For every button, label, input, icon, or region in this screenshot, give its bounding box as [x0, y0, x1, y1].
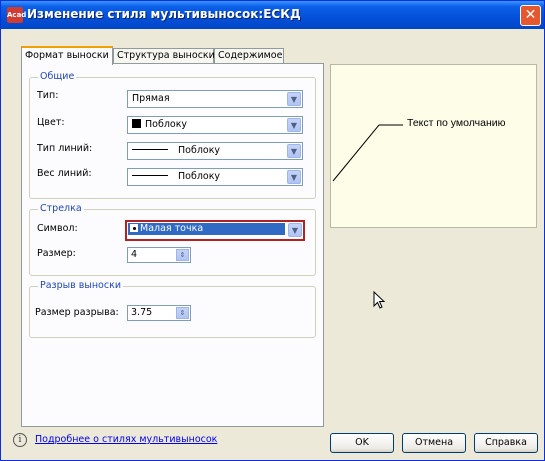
chevron-down-icon[interactable]: ▼	[287, 118, 301, 132]
arrow-symbol-dropdown[interactable]: Малая точка ▼	[125, 220, 305, 241]
arrow-size-label: Размер:	[37, 248, 76, 259]
break-size-value: 3.75	[131, 307, 153, 318]
chevron-down-icon[interactable]: ▼	[287, 170, 301, 184]
arrow-group-title: Стрелка	[38, 203, 84, 214]
color-label: Цвет:	[37, 117, 65, 128]
arrow-group: Стрелка Символ: Малая точка ▼ Размер: 4 …	[29, 203, 316, 276]
chevron-down-icon[interactable]: ▼	[287, 92, 301, 106]
line-sample-icon	[132, 149, 168, 150]
line-sample-icon	[132, 175, 168, 176]
dialog-window: Acad Изменение стиля мультивыносок:ЕСКД …	[0, 0, 545, 461]
type-value: Прямая	[132, 93, 170, 104]
chevron-down-icon[interactable]: ▼	[288, 223, 302, 237]
symbol-label: Символ:	[37, 223, 78, 234]
break-group: Разрыв выноски Размер разрыва: 3.75 ⇕	[29, 280, 316, 338]
small-dot-icon	[130, 224, 138, 232]
linetype-value: Поблоку	[178, 145, 221, 156]
general-group-title: Общие	[38, 71, 77, 82]
ok-button[interactable]: OK	[330, 433, 394, 453]
mouse-pointer-icon	[373, 291, 386, 309]
tab-content[interactable]: Содержимое	[214, 48, 284, 64]
lineweight-dropdown[interactable]: Поблоку ▼	[127, 168, 303, 186]
help-button[interactable]: Справка	[474, 433, 538, 453]
leader-preview-drawing	[332, 124, 403, 182]
type-label: Тип:	[37, 90, 59, 101]
title-bar[interactable]: Acad Изменение стиля мультивыносок:ЕСКД …	[1, 1, 544, 29]
autocad-icon: Acad	[7, 7, 26, 23]
break-size-label: Размер разрыва:	[35, 307, 119, 318]
preview-pane: Текст по умолчанию	[330, 64, 537, 228]
type-dropdown[interactable]: Прямая ▼	[127, 90, 303, 108]
tab-leader-format[interactable]: Формат выноски	[21, 46, 113, 65]
info-icon: i	[13, 433, 27, 447]
lineweight-label: Вес линий:	[37, 168, 92, 179]
linetype-dropdown[interactable]: Поблоку ▼	[127, 142, 303, 160]
color-swatch-icon	[132, 119, 141, 128]
spinner-arrows-icon[interactable]: ⇕	[176, 249, 189, 261]
arrow-size-spinner[interactable]: 4 ⇕	[127, 247, 191, 263]
arrow-symbol-value: Малая точка	[140, 223, 204, 234]
color-dropdown[interactable]: Поблоку ▼	[127, 116, 303, 134]
color-value: Поблоку	[145, 119, 188, 130]
linetype-label: Тип линий:	[37, 143, 93, 154]
arrow-size-value: 4	[131, 249, 138, 260]
lineweight-value: Поблоку	[178, 171, 221, 182]
close-button[interactable]: ✕	[520, 5, 541, 26]
tab-panel-leader-format: Общие Тип: Прямая ▼ Цвет: Поблоку ▼ Тип …	[21, 63, 324, 427]
window-title: Изменение стиля мультивыносок:ЕСКД	[27, 7, 301, 21]
preview-default-text: Текст по умолчанию	[407, 117, 506, 129]
tab-leader-structure[interactable]: Структура выноски	[113, 48, 215, 64]
general-group: Общие Тип: Прямая ▼ Цвет: Поблоку ▼ Тип …	[29, 71, 316, 199]
break-group-title: Разрыв выноски	[38, 280, 124, 291]
learn-more-link[interactable]: Подробнее о стилях мультивыносок	[35, 434, 217, 445]
chevron-down-icon[interactable]: ▼	[287, 144, 301, 158]
break-size-spinner[interactable]: 3.75 ⇕	[127, 305, 191, 321]
spinner-arrows-icon[interactable]: ⇕	[176, 307, 189, 319]
cancel-button[interactable]: Отмена	[402, 433, 466, 453]
